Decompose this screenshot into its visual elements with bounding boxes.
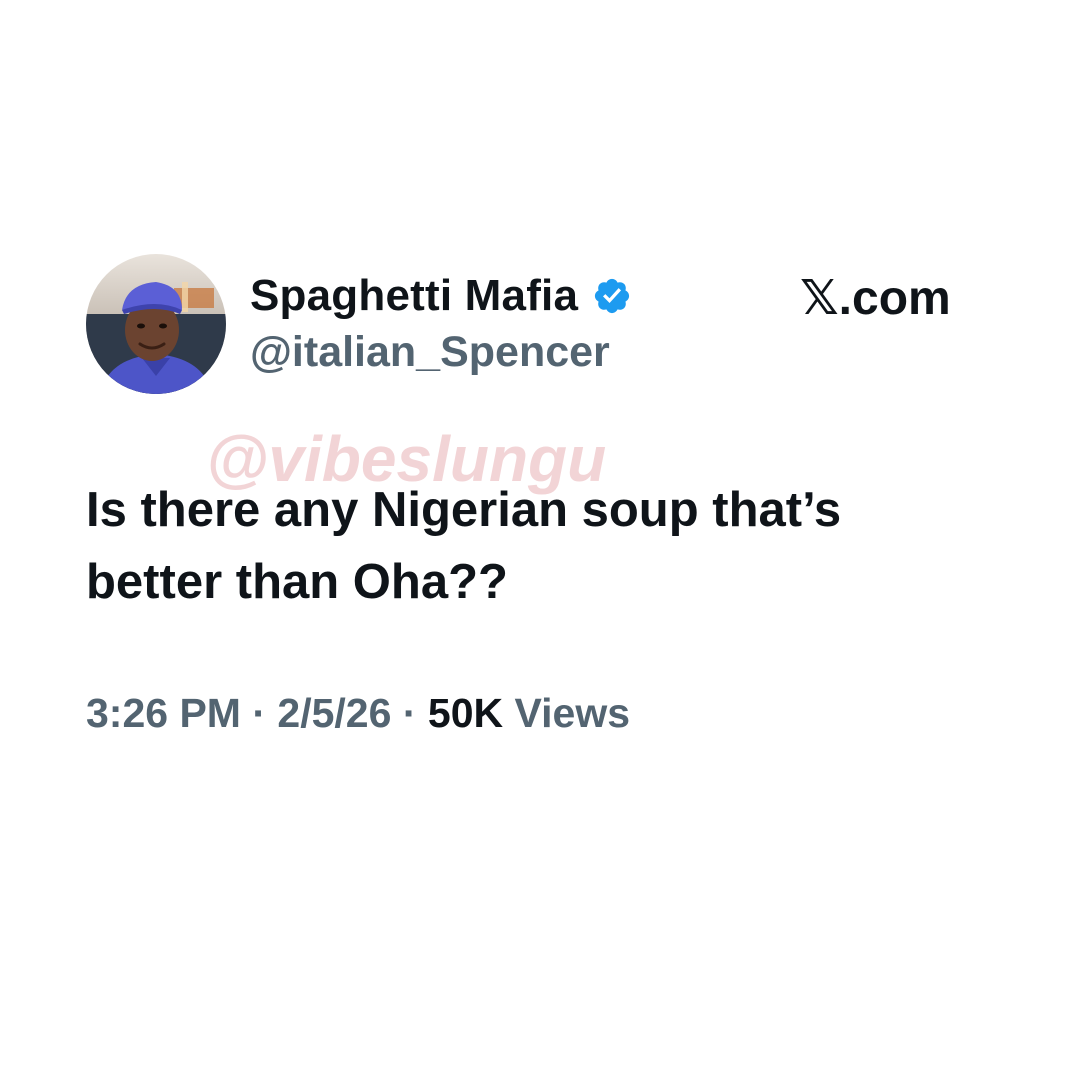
avatar[interactable] — [86, 254, 226, 394]
tweet-time[interactable]: 3:26 PM — [86, 690, 241, 736]
views-count[interactable]: 50K — [428, 690, 503, 736]
display-name[interactable]: Spaghetti Mafia — [250, 271, 578, 321]
tweet-text: Is there any Nigerian soup that’s better… — [86, 483, 842, 609]
views-label: Views — [514, 690, 631, 736]
site-label: 𝕏.com — [800, 272, 951, 325]
verified-badge-icon — [595, 278, 630, 314]
tweet-date[interactable]: 2/5/26 — [277, 690, 391, 736]
author-name-row: Spaghetti Mafia — [250, 268, 632, 324]
meta-separator: · — [252, 690, 267, 736]
handle[interactable]: @italian_Spencer — [250, 328, 610, 377]
meta-separator: · — [402, 690, 417, 736]
tweet-meta: 3:26 PM · 2/5/26 · 50K Views — [86, 690, 630, 737]
tweet-screenshot: Spaghetti Mafia @italian_Spencer 𝕏.com @… — [0, 0, 1080, 1080]
profile-photo — [86, 254, 226, 394]
